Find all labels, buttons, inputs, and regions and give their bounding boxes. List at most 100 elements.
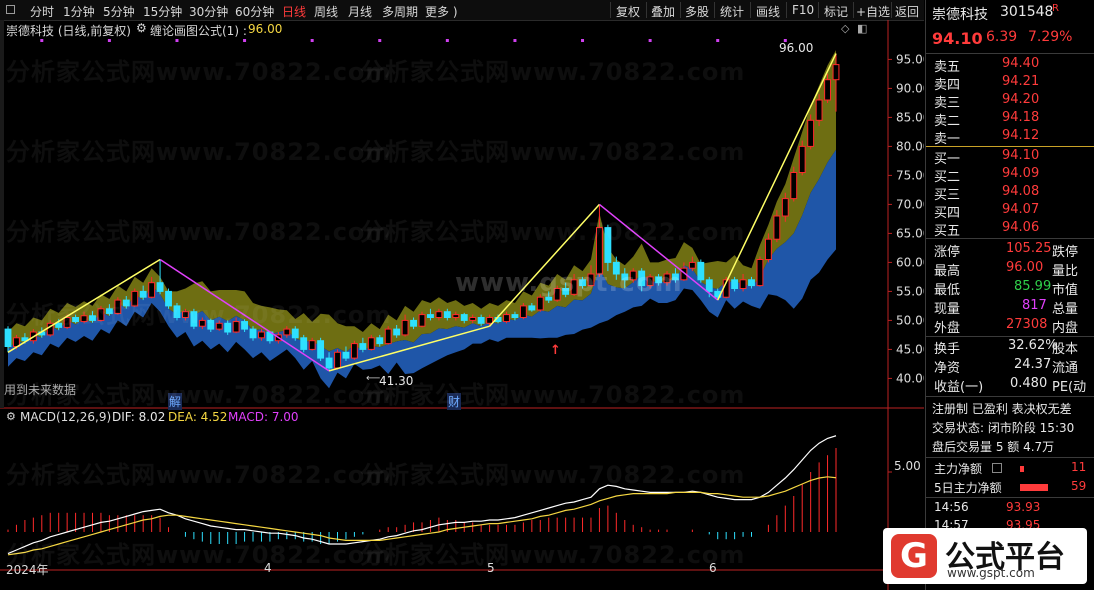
- candle[interactable]: [258, 331, 265, 339]
- candle[interactable]: [731, 279, 739, 289]
- candle[interactable]: [477, 317, 485, 324]
- candle[interactable]: [655, 276, 662, 284]
- candle[interactable]: [790, 172, 798, 200]
- candle[interactable]: [198, 319, 206, 327]
- candle[interactable]: [97, 308, 105, 321]
- mark-button[interactable]: 标记: [824, 3, 848, 20]
- cai-marker[interactable]: 财: [447, 393, 462, 410]
- candle[interactable]: [308, 340, 316, 350]
- candle[interactable]: [249, 328, 257, 339]
- bid-price[interactable]: 94.10: [1002, 148, 1039, 163]
- candle[interactable]: [427, 314, 434, 319]
- ask-price[interactable]: 94.40: [1002, 56, 1039, 71]
- candle[interactable]: [807, 119, 815, 147]
- candle[interactable]: [832, 64, 840, 81]
- tab-1min[interactable]: 1分钟: [63, 3, 95, 20]
- draw-line-button[interactable]: 画线: [756, 3, 780, 20]
- tab-5min[interactable]: 5分钟: [103, 3, 135, 20]
- window-menu-icon[interactable]: [6, 5, 15, 14]
- candle[interactable]: [182, 311, 189, 319]
- tab-weekly[interactable]: 周线: [314, 3, 338, 20]
- candle[interactable]: [452, 314, 460, 319]
- candle[interactable]: [519, 305, 527, 318]
- candle[interactable]: [393, 328, 401, 336]
- candle[interactable]: [165, 290, 172, 307]
- candle[interactable]: [207, 319, 215, 330]
- candle[interactable]: [4, 328, 12, 348]
- candle[interactable]: [469, 317, 477, 321]
- candle[interactable]: [122, 299, 130, 307]
- candle[interactable]: [139, 290, 147, 298]
- ask-price[interactable]: 94.18: [1002, 110, 1039, 125]
- bid-price[interactable]: 94.07: [1002, 202, 1039, 217]
- candle[interactable]: [621, 273, 629, 281]
- candle[interactable]: [325, 357, 333, 369]
- candle[interactable]: [156, 282, 164, 292]
- bid-price[interactable]: 94.08: [1002, 184, 1039, 199]
- candle[interactable]: [688, 261, 696, 269]
- candle[interactable]: [663, 273, 671, 284]
- candle[interactable]: [401, 319, 409, 336]
- jie-marker[interactable]: 解: [168, 393, 183, 410]
- candle[interactable]: [739, 279, 747, 289]
- tab-multi-period[interactable]: 多周期: [382, 3, 418, 20]
- candle[interactable]: [376, 337, 384, 345]
- candle[interactable]: [291, 328, 299, 339]
- candle[interactable]: [612, 261, 620, 275]
- candle[interactable]: [359, 343, 367, 350]
- candle[interactable]: [773, 215, 781, 240]
- candle[interactable]: [63, 317, 71, 328]
- candle[interactable]: [367, 337, 375, 350]
- candle[interactable]: [570, 279, 578, 295]
- overlay-button[interactable]: 叠加: [651, 3, 675, 20]
- candle[interactable]: [629, 270, 637, 281]
- ask-price[interactable]: 94.21: [1002, 74, 1039, 89]
- tab-more[interactable]: 更多 ): [425, 3, 458, 20]
- candle[interactable]: [190, 311, 198, 327]
- candle[interactable]: [55, 322, 63, 328]
- add-watchlist-button[interactable]: +自选: [856, 3, 890, 20]
- candle[interactable]: [638, 270, 646, 287]
- tab-fenshi[interactable]: 分时: [30, 3, 54, 20]
- candle[interactable]: [672, 273, 679, 281]
- stats-button[interactable]: 统计: [720, 3, 744, 20]
- candle[interactable]: [224, 322, 232, 333]
- candle[interactable]: [418, 314, 426, 327]
- candle[interactable]: [503, 314, 510, 323]
- candle[interactable]: [89, 315, 96, 321]
- bid-price[interactable]: 94.09: [1002, 166, 1039, 181]
- candle[interactable]: [764, 238, 772, 260]
- candle[interactable]: [435, 311, 443, 319]
- candle[interactable]: [334, 351, 341, 369]
- candle[interactable]: [105, 308, 113, 314]
- candle[interactable]: [460, 314, 468, 321]
- tab-60min[interactable]: 60分钟: [235, 3, 274, 20]
- candle[interactable]: [604, 227, 612, 263]
- candle[interactable]: [350, 343, 358, 359]
- candle[interactable]: [596, 227, 603, 275]
- candle[interactable]: [697, 261, 705, 281]
- bid-price[interactable]: 94.06: [1002, 220, 1039, 235]
- diamond-icon[interactable]: ◇: [841, 22, 849, 35]
- indicator-gear-icon[interactable]: ⚙: [136, 21, 147, 35]
- candle[interactable]: [384, 328, 392, 345]
- tab-15min[interactable]: 15分钟: [143, 3, 182, 20]
- candle[interactable]: [579, 279, 586, 287]
- candle[interactable]: [815, 99, 823, 121]
- panel-toggle-icon[interactable]: ◧: [857, 22, 867, 35]
- candle[interactable]: [131, 290, 139, 307]
- candle[interactable]: [148, 282, 156, 298]
- ask-price[interactable]: 94.12: [1002, 128, 1039, 143]
- fuquan-button[interactable]: 复权: [616, 3, 640, 20]
- candle[interactable]: [80, 315, 88, 323]
- candle[interactable]: [781, 198, 789, 217]
- candle[interactable]: [756, 259, 764, 287]
- candle[interactable]: [486, 317, 494, 324]
- candle[interactable]: [562, 288, 570, 295]
- candle[interactable]: [317, 340, 325, 359]
- tab-daily[interactable]: 日线: [282, 3, 306, 20]
- candle[interactable]: [72, 317, 80, 323]
- candle[interactable]: [173, 305, 181, 318]
- candle[interactable]: [241, 321, 248, 330]
- back-button[interactable]: 返回: [895, 3, 919, 20]
